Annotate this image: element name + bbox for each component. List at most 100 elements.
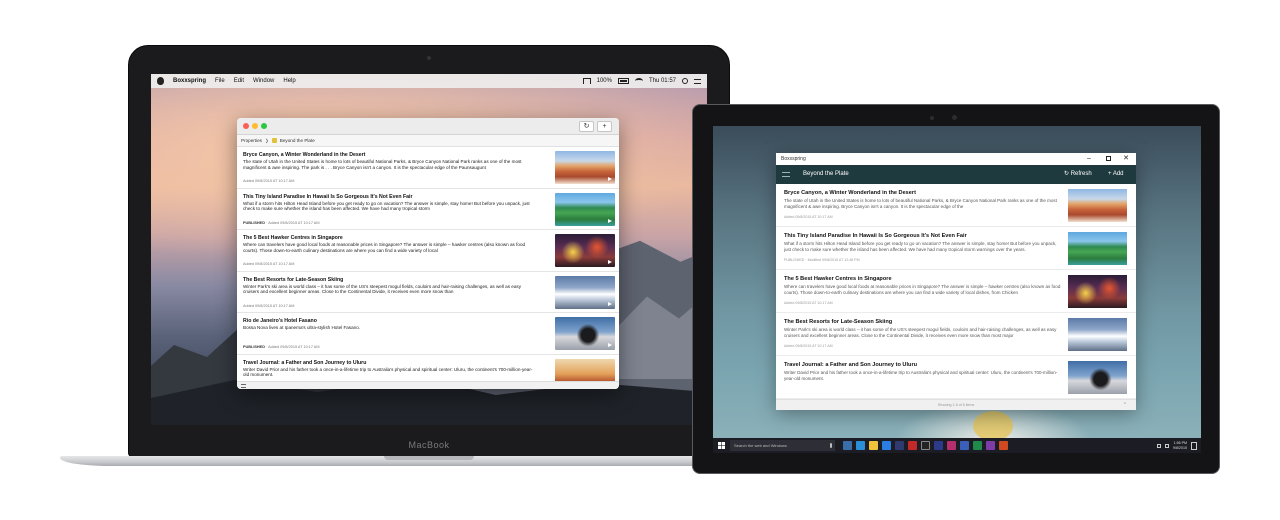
volume-icon[interactable] — [1165, 443, 1169, 448]
item-thumbnail[interactable] — [1068, 275, 1127, 308]
item-thumbnail[interactable] — [555, 192, 615, 226]
item-title: The 5 Best Hawker Centres in Singapore — [243, 235, 343, 241]
powerpoint-icon[interactable] — [999, 441, 1008, 450]
spotlight-search-icon[interactable] — [682, 78, 688, 84]
item-thumbnail[interactable] — [555, 234, 615, 267]
tablet-camera — [952, 115, 957, 120]
refresh-button[interactable]: ↻ Refresh — [1064, 165, 1092, 184]
list-item[interactable]: This Tiny Island Paradise In Hawaii Is S… — [776, 227, 1136, 270]
chevron-up-icon[interactable]: ⌃ — [1123, 400, 1127, 410]
clock-time: 1:56 PM — [1173, 440, 1187, 445]
item-description: What if a storm hits Hilton Head Island … — [243, 200, 530, 212]
item-added: Added 09/8/2015 AT 10:17 AM — [243, 262, 295, 266]
onenote-icon[interactable] — [986, 441, 995, 450]
close-window-icon[interactable] — [243, 123, 249, 129]
macbook-notch — [384, 456, 474, 460]
excel-icon[interactable] — [973, 441, 982, 450]
maximize-icon — [1105, 155, 1111, 161]
taskbar-clock[interactable]: 1:56 PM 9/8/2015 — [1173, 441, 1187, 450]
item-meta: Added 09/8/2015 AT 10:17 AM — [784, 215, 833, 219]
menu-help[interactable]: Help — [283, 78, 295, 84]
refresh-button[interactable]: ↻ — [579, 121, 594, 132]
item-thumbnail[interactable] — [555, 317, 615, 350]
item-title: This Tiny Island Paradise In Hawaii Is S… — [243, 193, 413, 200]
mac-titlebar: ↻ + — [237, 118, 619, 135]
list-item[interactable]: The Best Resorts for Late-Season Skiing … — [237, 272, 619, 313]
item-thumbnail[interactable] — [1068, 189, 1127, 222]
play-icon — [608, 343, 612, 347]
menu-window[interactable]: Window — [253, 78, 274, 84]
microphone-icon[interactable] — [830, 443, 832, 448]
notification-center-icon[interactable] — [694, 78, 701, 84]
menubar-clock[interactable]: Thu 01:57 — [649, 78, 676, 84]
start-button[interactable] — [715, 438, 727, 453]
breadcrumb-root[interactable]: Properties — [241, 138, 262, 143]
item-thumbnail[interactable] — [555, 151, 615, 184]
minimize-window-icon[interactable] — [252, 123, 258, 129]
list-item[interactable]: The Best Resorts for Late-Season Skiing … — [776, 313, 1136, 356]
item-thumbnail[interactable] — [1068, 361, 1127, 394]
chevron-right-icon: ❯ — [264, 137, 269, 143]
story-list: Bryce Canyon, a Winter Wonderland in the… — [237, 147, 619, 381]
list-item[interactable]: This Tiny Island Paradise In Hawaii Is S… — [237, 189, 619, 230]
menu-icon[interactable] — [241, 384, 246, 388]
hamburger-menu-icon[interactable] — [782, 172, 790, 177]
macbook-brand-label: MacBook — [408, 440, 450, 450]
zoom-window-icon[interactable] — [261, 123, 267, 129]
list-item[interactable]: Bryce Canyon, a Winter Wonderland in the… — [237, 147, 619, 189]
item-thumbnail[interactable] — [555, 275, 615, 309]
taskbar-search-input[interactable]: Search the web and Windows — [730, 440, 835, 451]
item-added: Added 09/8/2015 AT 10:17 AM — [243, 303, 295, 308]
menu-edit[interactable]: Edit — [234, 78, 244, 84]
app-icon[interactable] — [895, 441, 904, 450]
network-icon[interactable] — [1157, 443, 1161, 448]
breadcrumb-current[interactable]: Beyond the Plate — [280, 138, 315, 143]
app-icon[interactable] — [908, 441, 917, 450]
item-thumbnail[interactable] — [555, 358, 615, 381]
taskbar-pinned-apps — [843, 441, 1008, 450]
list-item[interactable]: Travel Journal: a Father and Son Journey… — [776, 356, 1136, 399]
menu-app-name[interactable]: Boxxspring — [173, 78, 206, 84]
item-meta: Added 09/8/2015 AT 10:17 AM — [243, 262, 294, 266]
header-title: Beyond the Plate — [803, 171, 849, 177]
status-badge: PUBLISHED — [243, 345, 265, 349]
item-title: The Best Resorts for Late-Season Skiing — [243, 276, 344, 283]
menu-file[interactable]: File — [215, 78, 225, 84]
mac-bottom-bar — [237, 381, 619, 389]
task-view-icon[interactable] — [843, 441, 852, 450]
item-thumbnail[interactable] — [1068, 232, 1127, 265]
list-item[interactable]: Rio de Janeiro's Hotel Fasano Bossa Nova… — [237, 313, 619, 355]
close-button[interactable]: ✕ — [1117, 153, 1135, 165]
breadcrumb: Properties ❯ Beyond the Plate — [237, 135, 619, 147]
word-icon[interactable] — [960, 441, 969, 450]
maximize-button[interactable] — [1099, 153, 1117, 165]
app-icon[interactable] — [921, 441, 930, 450]
list-item[interactable]: Bryce Canyon, a Winter Wonderland in the… — [776, 184, 1136, 227]
action-center-icon[interactable] — [1191, 441, 1197, 450]
windows-logo-icon — [717, 442, 725, 449]
item-thumbnail[interactable] — [1068, 318, 1127, 351]
edge-browser-icon[interactable] — [856, 441, 865, 450]
add-button[interactable]: + — [597, 121, 612, 132]
photoshop-icon[interactable] — [934, 441, 943, 450]
list-item[interactable]: The 5 Best Hawker Centres in Singapore W… — [776, 270, 1136, 313]
airplay-icon[interactable] — [582, 78, 591, 84]
item-added: Added 09/8/2015 AT 10:17 AM — [268, 220, 320, 225]
indesign-icon[interactable] — [947, 441, 956, 450]
wifi-icon[interactable] — [634, 78, 643, 84]
windows-taskbar: Search the web and Windows 1:56 PM 9/8/2… — [713, 438, 1201, 453]
list-item[interactable]: The 5 Best Hawker Centres in Singapore W… — [237, 230, 619, 272]
tablet-screen: Boxxspring – ✕ Beyond the Plate ↻ Refres… — [713, 126, 1201, 453]
file-explorer-icon[interactable] — [869, 441, 878, 450]
item-added: Added 09/8/2015 AT 10:17 AM — [243, 179, 295, 183]
play-icon — [608, 218, 612, 223]
menubar-status: 100% Thu 01:57 — [582, 78, 701, 84]
list-item[interactable]: Travel Journal: a Father and Son Journey… — [237, 355, 619, 381]
minimize-button[interactable]: – — [1080, 153, 1098, 165]
battery-icon[interactable] — [617, 78, 629, 84]
store-icon[interactable] — [882, 441, 891, 450]
add-button[interactable]: + Add — [1108, 165, 1124, 184]
play-icon — [608, 301, 612, 306]
apple-icon[interactable] — [157, 77, 164, 85]
item-added: Added 09/8/2015 AT 10:17 AM — [268, 345, 320, 349]
